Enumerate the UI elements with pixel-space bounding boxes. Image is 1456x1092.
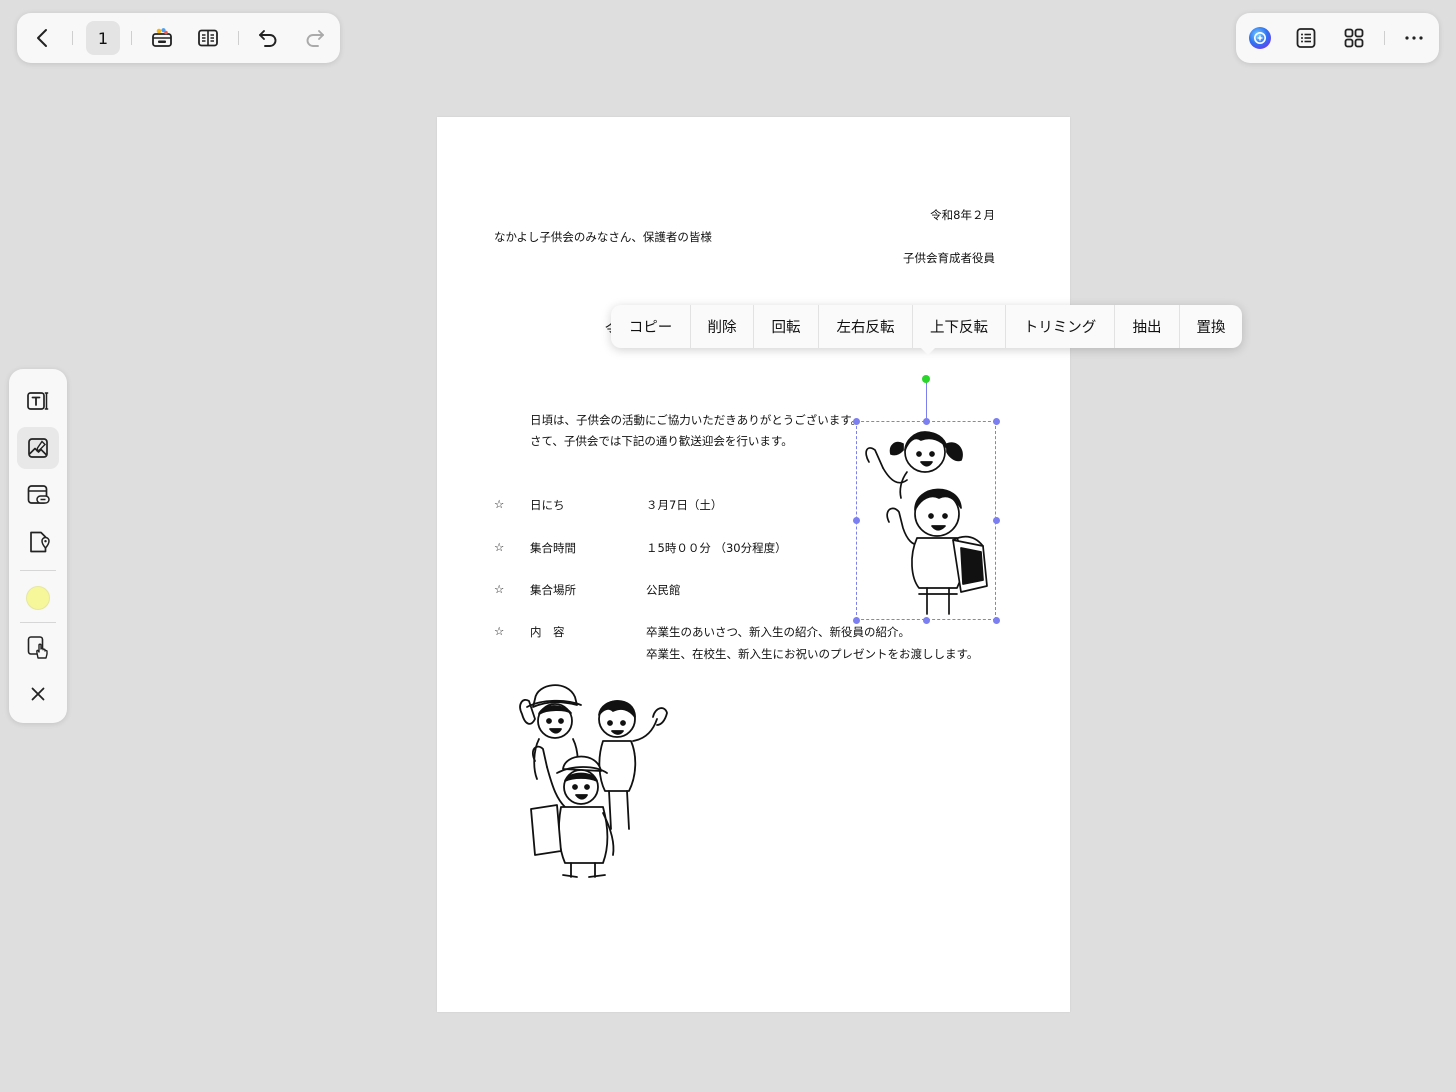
resize-handle-left[interactable] bbox=[852, 516, 860, 524]
side-divider bbox=[20, 622, 56, 623]
ai-assistant-icon bbox=[1249, 27, 1271, 49]
toolbar-divider bbox=[1384, 31, 1385, 45]
item-mark: ☆ bbox=[494, 540, 505, 554]
page-number: 1 bbox=[97, 28, 109, 48]
undo-icon bbox=[259, 30, 277, 47]
rotation-line bbox=[926, 380, 927, 421]
context-menu-pointer bbox=[920, 347, 936, 355]
document-date: 令和8年２月 bbox=[930, 208, 995, 222]
menu-rotate[interactable]: 回転 bbox=[754, 305, 818, 348]
body-line-1: 日頃は、子供会の活動にご協力いただきありがとうございます。 bbox=[530, 413, 863, 427]
resize-handle-bottom-right[interactable] bbox=[992, 616, 1000, 624]
undo-button[interactable] bbox=[256, 26, 280, 50]
redo-button[interactable] bbox=[303, 26, 327, 50]
menu-trim[interactable]: トリミング bbox=[1006, 305, 1114, 348]
item-value-date: ３月7日（土） bbox=[646, 498, 723, 512]
resize-handle-top-left[interactable] bbox=[852, 417, 860, 425]
image-selection-box[interactable] bbox=[856, 421, 996, 620]
top-right-toolbar bbox=[1236, 13, 1439, 63]
item-label-date: 日にち bbox=[530, 498, 565, 512]
sticker-tool-button[interactable] bbox=[150, 26, 174, 50]
close-edit-button[interactable] bbox=[24, 680, 52, 708]
menu-copy[interactable]: コピー bbox=[611, 305, 690, 348]
children-group-illustration[interactable] bbox=[517, 679, 672, 879]
document-addressee: なかよし子供会のみなさん、保護者の皆様 bbox=[494, 230, 712, 244]
menu-replace[interactable]: 置換 bbox=[1180, 305, 1242, 348]
image-edit-icon bbox=[28, 438, 48, 458]
document-sender: 子供会育成者役員 bbox=[903, 251, 995, 265]
book-layout-icon bbox=[198, 29, 218, 47]
resize-handle-bottom-left[interactable] bbox=[852, 616, 860, 624]
text-box-icon bbox=[27, 392, 49, 410]
item-mark: ☆ bbox=[494, 497, 505, 511]
item-mark: ☆ bbox=[494, 582, 505, 596]
link-box-icon bbox=[27, 485, 50, 504]
image-context-menu: コピー 削除 回転 左右反転 上下反転 トリミング 抽出 置換 bbox=[611, 305, 1242, 348]
sticker-box-icon bbox=[152, 28, 172, 47]
grid-view-button[interactable] bbox=[1342, 26, 1366, 50]
more-icon bbox=[1405, 36, 1423, 40]
toolbar-divider bbox=[238, 31, 239, 45]
menu-flip-horizontal[interactable]: 左右反転 bbox=[819, 305, 912, 348]
side-divider bbox=[20, 570, 56, 571]
top-left-toolbar: 1 bbox=[17, 13, 340, 63]
image-tool-button[interactable] bbox=[24, 434, 52, 462]
back-button[interactable] bbox=[31, 26, 55, 50]
highlight-color-swatch[interactable] bbox=[26, 586, 50, 610]
chevron-left-icon bbox=[37, 29, 47, 47]
item-label-place: 集合場所 bbox=[530, 583, 576, 597]
menu-extract[interactable]: 抽出 bbox=[1115, 305, 1179, 348]
list-icon bbox=[1296, 28, 1316, 48]
more-button[interactable] bbox=[1402, 26, 1426, 50]
resize-handle-top-right[interactable] bbox=[992, 417, 1000, 425]
location-tool-button[interactable] bbox=[24, 528, 52, 556]
page-number-button[interactable]: 1 bbox=[86, 21, 120, 55]
ai-assistant-button[interactable] bbox=[1248, 26, 1272, 50]
outline-button[interactable] bbox=[1294, 26, 1318, 50]
grid-icon bbox=[1344, 28, 1364, 48]
item-label-time: 集合時間 bbox=[530, 541, 576, 555]
menu-delete[interactable]: 削除 bbox=[691, 305, 753, 348]
toolbar-divider bbox=[131, 31, 132, 45]
edit-side-toolbar bbox=[9, 369, 67, 723]
reader-view-button[interactable] bbox=[196, 26, 220, 50]
hand-pointer-icon bbox=[27, 636, 48, 659]
link-tool-button[interactable] bbox=[24, 481, 52, 509]
text-tool-button[interactable] bbox=[24, 387, 52, 415]
toolbar-divider bbox=[72, 31, 73, 45]
rotation-handle[interactable] bbox=[922, 375, 930, 383]
redo-icon bbox=[306, 30, 324, 47]
body-line-2: さて、子供会では下記の通り歓送迎会を行います。 bbox=[530, 434, 793, 448]
item-value-content: 卒業生のあいさつ、新入生の紹介、新役員の紹介。 bbox=[646, 625, 911, 639]
item-value-content-line2: 卒業生、在校生、新入生にお祝いのプレゼントをお渡しします。 bbox=[646, 647, 979, 661]
item-value-time: １5時００分 （30分程度） bbox=[646, 541, 787, 555]
item-label-content: 内 容 bbox=[530, 625, 565, 639]
resize-handle-top[interactable] bbox=[922, 417, 930, 425]
touch-select-button[interactable] bbox=[24, 633, 52, 661]
item-value-place: 公民館 bbox=[646, 583, 681, 597]
document-pin-icon bbox=[30, 531, 50, 553]
resize-handle-bottom[interactable] bbox=[922, 616, 930, 624]
item-mark: ☆ bbox=[494, 624, 505, 638]
menu-flip-vertical[interactable]: 上下反転 bbox=[913, 305, 1005, 348]
close-icon bbox=[31, 687, 45, 701]
resize-handle-right[interactable] bbox=[992, 516, 1000, 524]
